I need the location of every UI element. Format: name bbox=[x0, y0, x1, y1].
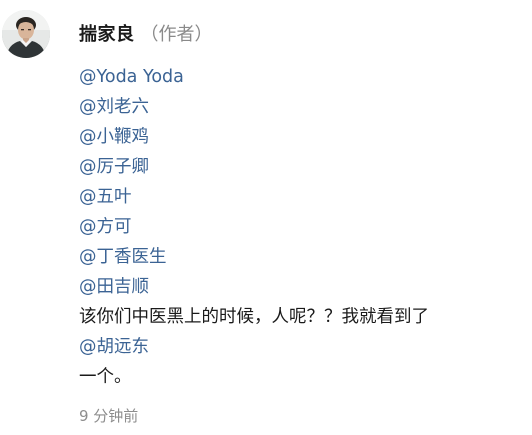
mention-link[interactable]: @田吉顺 bbox=[79, 272, 519, 302]
mention-link[interactable]: @胡远东 bbox=[79, 332, 519, 362]
author-name[interactable]: 揣家良 bbox=[79, 20, 135, 46]
avatar[interactable] bbox=[2, 10, 50, 58]
comment-text-line: 该你们中医黑上的时候，人呢？？我就看到了 bbox=[79, 307, 429, 327]
comment-timestamp: 9 分钟前 bbox=[79, 407, 139, 425]
mention-link[interactable]: @方可 bbox=[79, 212, 519, 242]
comment-body: @Yoda Yoda @刘老六 @小鞭鸡 @厉子卿 @五叶 @方可 @丁香医生 @田吉顺该你们… bbox=[79, 62, 519, 392]
comment-header: 揣家良 （作者） bbox=[79, 20, 213, 46]
mention-link[interactable]: @厉子卿 bbox=[79, 152, 519, 182]
mention-link[interactable]: @Yoda Yoda bbox=[79, 62, 519, 92]
mention-link[interactable]: @丁香医生 bbox=[79, 242, 519, 272]
mention-link[interactable]: @小鞭鸡 bbox=[79, 122, 519, 152]
avatar-photo-icon bbox=[2, 10, 50, 58]
mention-link[interactable]: @五叶 bbox=[79, 182, 519, 212]
comment-text-line: 一个。 bbox=[79, 367, 132, 387]
comment-item: 揣家良 （作者） @Yoda Yoda @刘老六 @小鞭鸡 @厉子卿 @五叶 @方可 @丁香… bbox=[0, 0, 532, 435]
author-role-tag: （作者） bbox=[140, 24, 213, 45]
mention-link[interactable]: @刘老六 bbox=[79, 92, 519, 122]
